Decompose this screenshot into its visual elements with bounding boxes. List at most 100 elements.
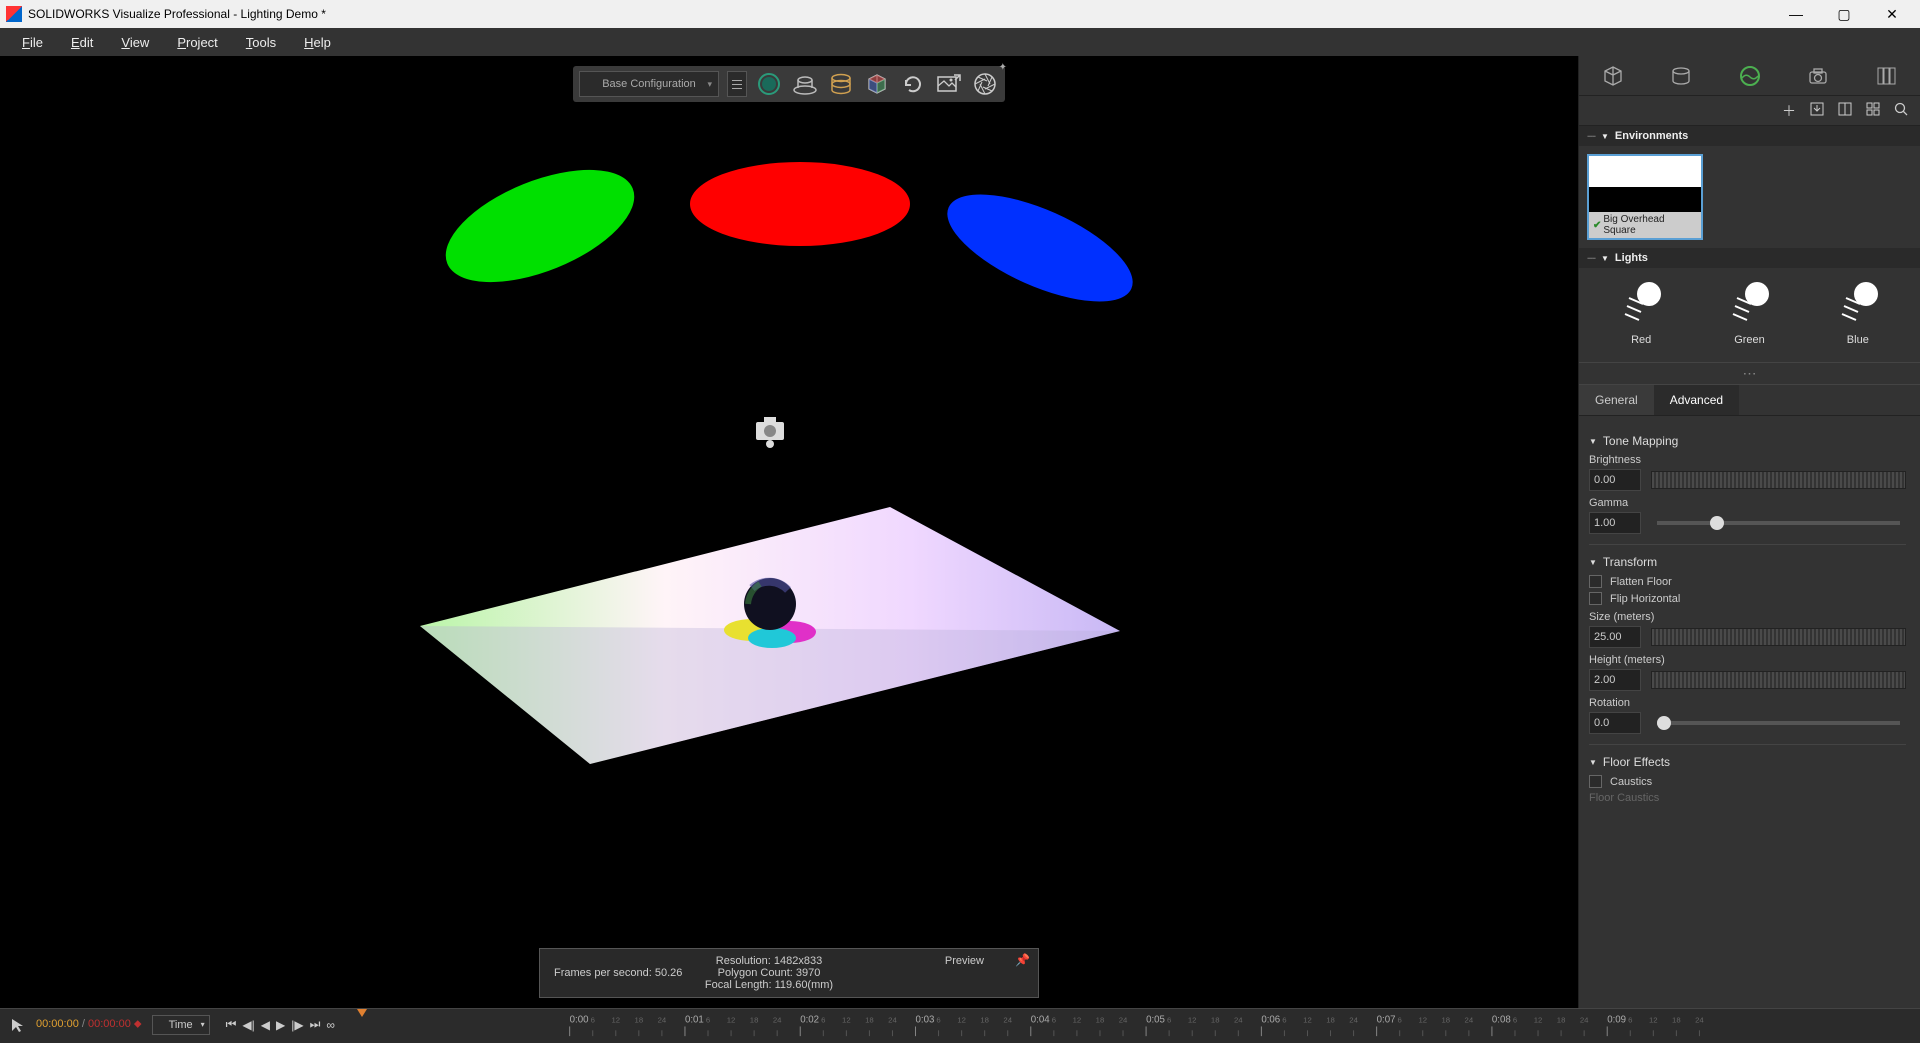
spotlight-icon: [1725, 280, 1773, 328]
grid-view-icon[interactable]: [1866, 102, 1880, 119]
go-start-button[interactable]: ⏮: [226, 1017, 237, 1032]
height-input[interactable]: [1589, 669, 1641, 691]
svg-text:18: 18: [750, 1016, 759, 1025]
svg-text:12: 12: [1649, 1016, 1658, 1025]
svg-text:6: 6: [1282, 1016, 1286, 1025]
flip-horizontal-checkbox[interactable]: Flip Horizontal: [1589, 592, 1906, 605]
light-item-red[interactable]: Red: [1617, 280, 1665, 346]
light-label: Green: [1734, 334, 1765, 346]
import-icon[interactable]: [1810, 102, 1824, 119]
section-environments[interactable]: ---▼Environments: [1579, 126, 1920, 146]
environment-thumbnail[interactable]: ✔Big Overhead Square: [1587, 154, 1703, 240]
stats-fps: Frames per second: 50.26: [554, 967, 697, 979]
gamma-input[interactable]: [1589, 512, 1641, 534]
svg-text:6: 6: [1167, 1016, 1171, 1025]
overflow-indicator[interactable]: ⋯: [1579, 362, 1920, 385]
window-title: SOLIDWORKS Visualize Professional - Ligh…: [28, 7, 326, 21]
menu-edit[interactable]: Edit: [57, 31, 107, 54]
loop-button[interactable]: ∞: [326, 1018, 335, 1032]
size-input[interactable]: [1589, 626, 1641, 648]
timeline-ruler[interactable]: 0:0061218240:0161218240:0261218240:03612…: [345, 1009, 1920, 1040]
timeline-cursor-icon[interactable]: [10, 1017, 26, 1033]
menu-file[interactable]: File: [8, 31, 57, 54]
label-height: Height (meters): [1589, 654, 1906, 666]
menu-tools[interactable]: Tools: [232, 31, 290, 54]
stats-resolution: Resolution: 1482x833: [697, 955, 840, 967]
timeline-playhead[interactable]: [357, 1009, 367, 1017]
svg-text:12: 12: [611, 1016, 620, 1025]
svg-text:0:05: 0:05: [1146, 1015, 1165, 1026]
next-key-button[interactable]: |▶: [291, 1018, 303, 1032]
tab-general[interactable]: General: [1579, 385, 1654, 415]
svg-text:0:04: 0:04: [1031, 1015, 1050, 1026]
menu-help[interactable]: Help: [290, 31, 345, 54]
gamma-slider[interactable]: [1657, 521, 1900, 525]
timeline-mode-select[interactable]: Time: [152, 1015, 210, 1035]
floor-caustics-label: Floor Caustics: [1589, 792, 1906, 804]
label-gamma: Gamma: [1589, 497, 1906, 509]
light-item-green[interactable]: Green: [1725, 280, 1773, 346]
svg-text:24: 24: [1580, 1016, 1589, 1025]
viewport-scene: [0, 56, 1578, 1008]
tab-appearances-icon[interactable]: [1647, 56, 1715, 95]
pin-icon[interactable]: 📌: [1015, 953, 1030, 967]
brightness-scrubber[interactable]: [1651, 471, 1906, 489]
svg-text:6: 6: [706, 1016, 710, 1025]
svg-text:0:07: 0:07: [1377, 1015, 1396, 1026]
svg-text:6: 6: [1052, 1016, 1056, 1025]
brightness-input[interactable]: [1589, 469, 1641, 491]
group-tone-mapping[interactable]: ▼Tone Mapping: [1589, 434, 1906, 448]
svg-text:18: 18: [1672, 1016, 1681, 1025]
svg-text:12: 12: [1418, 1016, 1427, 1025]
height-scrubber[interactable]: [1651, 671, 1906, 689]
svg-text:24: 24: [1695, 1016, 1704, 1025]
go-end-button[interactable]: ⏭: [310, 1017, 321, 1032]
light-item-blue[interactable]: Blue: [1834, 280, 1882, 346]
svg-text:6: 6: [936, 1016, 940, 1025]
split-view-icon[interactable]: [1838, 102, 1852, 119]
maximize-button[interactable]: ▢: [1822, 2, 1866, 26]
search-icon[interactable]: [1894, 102, 1908, 119]
rotation-input[interactable]: [1589, 712, 1641, 734]
spotlight-icon: [1617, 280, 1665, 328]
caustics-checkbox[interactable]: Caustics: [1589, 775, 1906, 788]
tab-advanced[interactable]: Advanced: [1654, 385, 1739, 415]
menu-project[interactable]: Project: [163, 31, 231, 54]
prev-key-button[interactable]: ◀|: [242, 1018, 254, 1032]
light-label: Blue: [1847, 334, 1869, 346]
property-tabs: General Advanced: [1579, 385, 1920, 416]
svg-text:24: 24: [1234, 1016, 1243, 1025]
spotlight-icon: [1834, 280, 1882, 328]
add-icon[interactable]: ＋: [1782, 101, 1796, 121]
properties-panel[interactable]: ▼Tone Mapping Brightness Gamma ▼Transfor…: [1579, 416, 1920, 1040]
tab-models-icon[interactable]: [1579, 56, 1647, 95]
minimize-button[interactable]: —: [1774, 2, 1818, 26]
svg-text:18: 18: [1441, 1016, 1450, 1025]
svg-text:18: 18: [865, 1016, 874, 1025]
check-icon: ✔: [1593, 220, 1601, 231]
environment-name: Big Overhead Square: [1603, 214, 1697, 236]
svg-text:24: 24: [1465, 1016, 1474, 1025]
transport-controls: ⏮ ◀| ◀ ▶ |▶ ⏭ ∞: [226, 1017, 335, 1032]
play-button[interactable]: ▶: [276, 1018, 285, 1032]
size-scrubber[interactable]: [1651, 628, 1906, 646]
group-floor-effects[interactable]: ▼Floor Effects: [1589, 755, 1906, 769]
viewport[interactable]: Base Configuration ✦: [0, 56, 1578, 1040]
group-transform[interactable]: ▼Transform: [1589, 555, 1906, 569]
rotation-slider[interactable]: [1657, 721, 1900, 725]
stats-mode: Preview: [841, 955, 1024, 967]
play-reverse-button[interactable]: ◀: [261, 1018, 270, 1032]
environment-preview: [1589, 156, 1701, 212]
close-button[interactable]: ✕: [1870, 2, 1914, 26]
tab-libraries-icon[interactable]: [1852, 56, 1920, 95]
section-lights[interactable]: ---▼Lights: [1579, 248, 1920, 268]
svg-text:18: 18: [634, 1016, 643, 1025]
tab-scenes-icon[interactable]: [1715, 56, 1783, 95]
svg-text:24: 24: [658, 1016, 667, 1025]
svg-text:12: 12: [1188, 1016, 1197, 1025]
flatten-floor-checkbox[interactable]: Flatten Floor: [1589, 575, 1906, 588]
svg-text:18: 18: [1326, 1016, 1335, 1025]
tab-cameras-icon[interactable]: [1784, 56, 1852, 95]
svg-text:12: 12: [957, 1016, 966, 1025]
menu-view[interactable]: View: [107, 31, 163, 54]
